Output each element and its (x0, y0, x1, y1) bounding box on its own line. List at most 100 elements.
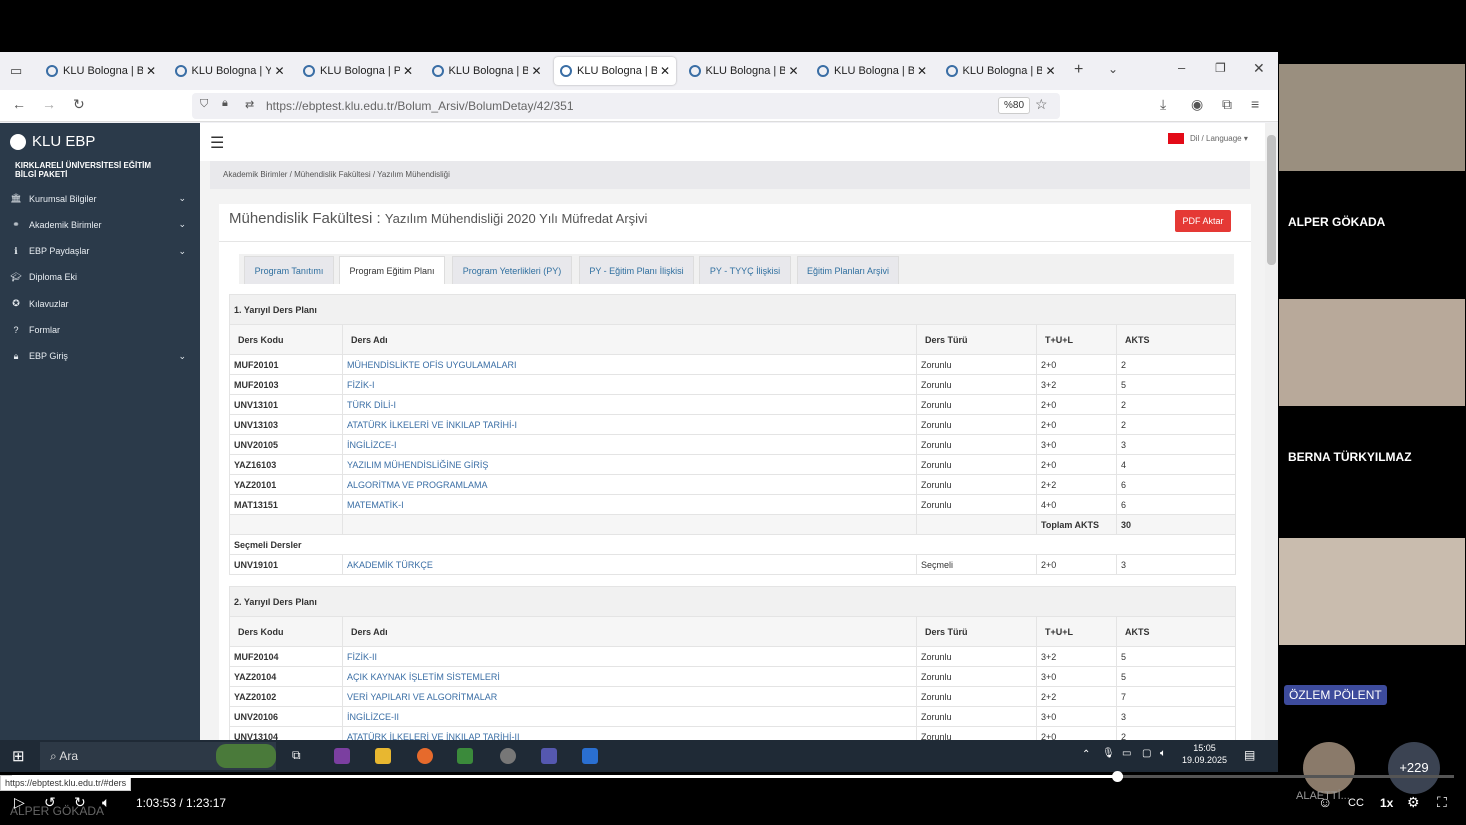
scrollbar-thumb[interactable] (1267, 135, 1276, 265)
course-name-link[interactable]: ALGORİTMA VE PROGRAMLAMA (342, 474, 917, 495)
participants-icon[interactable]: ☺ (1318, 794, 1332, 810)
forward-10-icon[interactable]: ↻ (74, 794, 86, 811)
close-tab-icon[interactable]: ✕ (146, 64, 156, 78)
close-tab-icon[interactable]: ✕ (788, 64, 798, 78)
extensions-icon[interactable]: ⧉ (1222, 96, 1232, 113)
task-view-icon[interactable]: ⧉ (292, 748, 308, 764)
volume-icon[interactable]: 🔈︎ (1160, 748, 1166, 759)
microphone-icon[interactable]: 🎙︎ (1102, 748, 1115, 759)
spreadsheet-icon[interactable] (457, 748, 473, 764)
course-hours: 3+0 (1036, 706, 1117, 727)
lock-icon[interactable]: 🔒︎ (222, 97, 228, 110)
battery-icon[interactable]: ▭ (1122, 748, 1131, 759)
new-tab-icon[interactable]: + (1074, 61, 1083, 79)
close-tab-icon[interactable]: ✕ (1045, 64, 1055, 78)
scrollbar[interactable] (1265, 123, 1278, 740)
playback-speed[interactable]: 1x (1380, 796, 1393, 810)
sidebar-item[interactable]: ✪ Kılavuzlar (10, 298, 190, 309)
language-selector[interactable]: Dil / Language ▾ (1168, 133, 1248, 144)
browser-tab[interactable]: KLU Bologna | Bilg✕ (811, 57, 933, 85)
taskbar-clock[interactable]: 15:05 19.09.2025 (1182, 742, 1227, 766)
play-icon[interactable]: ▷ (14, 794, 25, 811)
firefox-icon[interactable] (417, 748, 433, 764)
forward-icon[interactable]: → (42, 96, 56, 112)
file-explorer-icon[interactable] (375, 748, 391, 764)
more-participants-badge[interactable]: +229 (1388, 742, 1440, 794)
pdf-export-button[interactable]: PDF Aktar (1175, 210, 1231, 232)
url-bar[interactable]: ⛉ 🔒︎ ⇄ https://ebptest.klu.edu.tr/Bolum_… (192, 93, 1060, 119)
breadcrumb[interactable]: Akademik Birimler / Mühendislik Fakültes… (210, 161, 1250, 189)
course-name-link[interactable]: FİZİK-I (342, 374, 917, 395)
remote-desktop-icon[interactable] (582, 748, 598, 764)
bookmark-star-icon[interactable]: ☆ (1035, 96, 1048, 113)
back-icon[interactable]: ← (12, 96, 26, 112)
page-tab[interactable]: Program Yeterlikleri (PY) (452, 256, 572, 284)
close-window-icon[interactable]: ✕ (1253, 60, 1265, 77)
browser-tab[interactable]: KLU Bologna | Bilg✕ (683, 57, 805, 85)
empty-cell (342, 514, 917, 535)
phpstorm-icon[interactable] (334, 748, 350, 764)
download-icon[interactable]: ⤓ (1160, 96, 1166, 113)
course-name-link[interactable]: AÇIK KAYNAK İŞLETİM SİSTEMLERİ (342, 666, 917, 687)
course-name-link[interactable]: ATATÜRK İLKELERİ VE İNKILAP TARİHİ-I (342, 414, 917, 435)
video-scrubber-handle[interactable] (1112, 771, 1123, 782)
course-name-link[interactable]: VERİ YAPILARI VE ALGORİTMALAR (342, 686, 917, 707)
close-tab-icon[interactable]: ✕ (403, 64, 413, 78)
sidebar-item[interactable]: ? Formlar (10, 325, 190, 335)
course-name-link[interactable]: AKADEMİK TÜRKÇE (342, 554, 917, 575)
page-tab[interactable]: Eğitim Planları Arşivi (797, 256, 899, 284)
browser-tab[interactable]: KLU Bologna | Bilg✕ (940, 57, 1062, 85)
shield-icon[interactable]: ⛉ (200, 98, 208, 111)
close-tab-icon[interactable]: ✕ (917, 64, 927, 78)
zoom-level[interactable]: %80 (998, 97, 1031, 114)
course-name-link[interactable]: FİZİK-II (342, 646, 917, 667)
sidebar-item[interactable]: ℹ EBP Paydaşlar ⌄ (10, 246, 190, 257)
close-tab-icon[interactable]: ✕ (274, 64, 284, 78)
minimize-icon[interactable]: – (1178, 60, 1185, 75)
rewind-10-icon[interactable]: ↺ (44, 794, 56, 811)
browser-tab[interactable]: KLU Bologna | Pro✕ (297, 57, 419, 85)
sidebar-item[interactable]: ⚭ Akademik Birimler ⌄ (10, 219, 190, 230)
browser-tab[interactable]: KLU Bologna | Bilg✕ (426, 57, 548, 85)
hamburger-icon[interactable]: ☰ (210, 133, 224, 153)
tray-chevron-icon[interactable]: ⌃ (1082, 749, 1090, 760)
course-name-link[interactable]: YAZILIM MÜHENDİSLİĞİNE GİRİŞ (342, 454, 917, 475)
course-name-link[interactable]: ATATÜRK İLKELERİ VE İNKILAP TARİHİ-II (342, 726, 917, 740)
course-name-link[interactable]: TÜRK DİLİ-I (342, 394, 917, 415)
browser-tab[interactable]: KLU Bologna | Yetkili G✕ (169, 57, 291, 85)
volume-control-icon[interactable]: 🔈︎ (102, 794, 110, 811)
tab-dropdown-icon[interactable]: ⌄ (1108, 62, 1118, 76)
page-tab[interactable]: PY - TYYÇ İlişkisi (699, 256, 791, 284)
network-icon[interactable]: ▢ (1142, 748, 1151, 759)
fullscreen-icon[interactable]: ⛶ (1437, 794, 1447, 811)
course-name-link[interactable]: İNGİLİZCE-II (342, 706, 917, 727)
url-text[interactable]: https://ebptest.klu.edu.tr/Bolum_Arsiv/B… (266, 99, 574, 113)
sidebar-item[interactable]: 🔒︎ EBP Giriş ⌄ (10, 351, 190, 362)
restore-icon[interactable]: ❐ (1215, 61, 1226, 75)
settings-gear-icon[interactable]: ⚙ (1407, 794, 1420, 811)
brand[interactable]: KLU EBP (10, 133, 95, 150)
course-name-link[interactable]: İNGİLİZCE-I (342, 434, 917, 455)
sidebar-item[interactable]: 🏛︎ Kurumsal Bilgiler ⌄ (10, 193, 190, 204)
notification-icon[interactable]: ▤ (1244, 748, 1255, 762)
captions-icon[interactable]: CC (1348, 797, 1364, 809)
video-progress-bar[interactable] (12, 775, 1454, 778)
account-icon[interactable]: ◉ (1191, 96, 1203, 113)
tab-list-icon[interactable]: ▭ (10, 63, 22, 79)
course-name-link[interactable]: MÜHENDİSLİKTE OFİS UYGULAMALARI (342, 354, 917, 375)
permissions-icon[interactable]: ⇄ (245, 98, 254, 111)
teams-icon[interactable] (541, 748, 557, 764)
settings-app-icon[interactable] (500, 748, 516, 764)
browser-tab[interactable]: KLU Bologna | Bilg✕ (40, 57, 162, 85)
menu-icon[interactable]: ≡ (1251, 96, 1259, 112)
close-tab-icon[interactable]: ✕ (531, 64, 541, 78)
sidebar-item[interactable]: 🎓︎ Diploma Eki (10, 272, 190, 283)
page-tab[interactable]: Program Tanıtımı (244, 256, 334, 284)
course-name-link[interactable]: MATEMATİK-I (342, 494, 917, 515)
reload-icon[interactable]: ↻ (73, 96, 85, 113)
page-tab[interactable]: Program Eğitim Planı (339, 256, 445, 284)
browser-tab[interactable]: KLU Bologna | Bilg✕ (554, 57, 676, 85)
windows-start-icon[interactable]: ⊞ (12, 747, 25, 765)
page-tab[interactable]: PY - Eğitim Planı İlişkisi (579, 256, 694, 284)
close-tab-icon[interactable]: ✕ (660, 64, 670, 78)
